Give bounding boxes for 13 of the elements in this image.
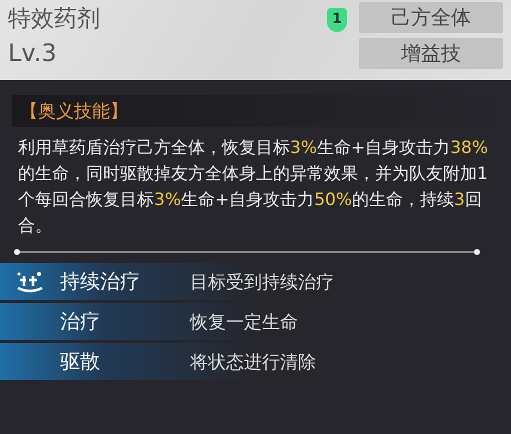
skill-description: 利用草药盾治疗己方全体，恢复目标3%生命+自身攻击力38%的生命，同时驱散掉友方全体身上的异常效果，并为队友附加1个每回合恢复目标3%生命+自身攻击力50%的生命，持续3回合。	[18, 137, 490, 238]
effect-name: 持续治疗	[60, 268, 141, 295]
sparkle-heal-icon	[16, 270, 44, 294]
effect-description: 目标受到持续治疗	[190, 270, 334, 294]
shield-badge: 1	[327, 8, 347, 32]
effect-name: 驱散	[60, 348, 101, 375]
skill-name: 特效药剂	[8, 5, 101, 34]
effect-name: 治疗	[60, 308, 101, 335]
effect-description: 将状态进行清除	[190, 350, 316, 374]
effect-description: 恢复一定生命	[190, 310, 298, 334]
skill-tag: 增益技	[359, 38, 503, 69]
skill-tag: 己方全体	[359, 2, 503, 33]
skill-level: Lv.3	[8, 38, 58, 69]
